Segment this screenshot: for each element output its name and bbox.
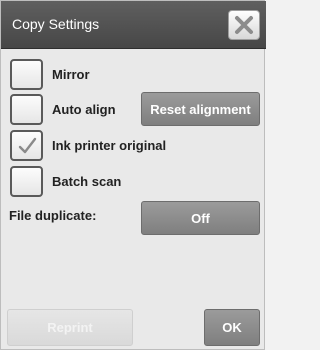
mirror-label: Mirror <box>52 67 90 82</box>
ink-printer-original-label: Ink printer original <box>52 138 167 153</box>
close-x-icon <box>235 16 253 34</box>
title-bar: Copy Settings <box>1 1 266 49</box>
file-duplicate-select[interactable]: Off <box>141 201 260 235</box>
auto-align-checkbox[interactable] <box>10 94 43 125</box>
close-button[interactable] <box>228 10 260 40</box>
file-duplicate-label: File duplicate: <box>9 208 97 223</box>
copy-settings-dialog: Copy Settings Mirror Auto align Reset al… <box>0 0 266 350</box>
checkmark-icon <box>18 137 36 153</box>
batch-scan-checkbox[interactable] <box>10 166 43 197</box>
mirror-checkbox[interactable] <box>10 59 43 90</box>
reprint-button[interactable]: Reprint <box>7 309 133 346</box>
ok-button[interactable]: OK <box>204 309 260 346</box>
reset-alignment-button[interactable]: Reset alignment <box>141 92 260 126</box>
ink-printer-original-checkbox[interactable] <box>10 130 43 161</box>
batch-scan-label: Batch scan <box>52 174 122 189</box>
dialog-title: Copy Settings <box>12 16 100 32</box>
auto-align-label: Auto align <box>52 102 116 117</box>
